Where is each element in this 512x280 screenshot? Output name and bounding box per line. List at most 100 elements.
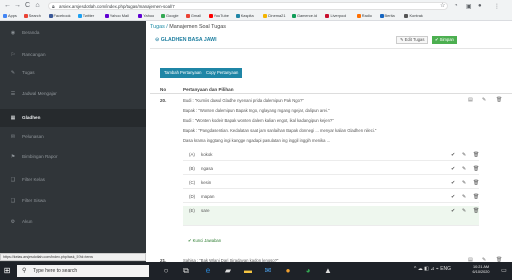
sidebar-item-label: Gladhen (22, 115, 41, 120)
edit-task-button[interactable]: ✎ Edit Tugas (396, 36, 429, 44)
delete-icon[interactable]: 🗑︎ (473, 152, 479, 158)
answer-option[interactable]: (C) kesin ✔ ✎ 🗑︎ (183, 178, 479, 189)
bookmark-favicon-icon (48, 13, 53, 18)
edit-icon[interactable]: ✎ (462, 208, 466, 214)
bookmark-item[interactable]: Google (161, 13, 179, 18)
chrome-icon[interactable]: ◕ (302, 265, 314, 277)
notification-icon[interactable]: ▭ (498, 265, 510, 277)
sidebar-item-pelunasan[interactable]: ✉ Pelunasan (0, 131, 146, 144)
home-icon[interactable]: ⌂ (33, 2, 42, 10)
answer-option[interactable]: (D) mapan ✔ ✎ 🗑︎ (183, 192, 479, 203)
sidebar-item-gladhen[interactable]: ▦ Gladhen (0, 109, 146, 127)
store-icon[interactable]: ▰ (222, 265, 234, 277)
bookmark-star-icon[interactable]: ☆ (440, 2, 445, 9)
edit-icon[interactable]: ✎ (462, 166, 466, 172)
sidebar-item-label: Filter Siswa (22, 198, 46, 203)
bookmark-label: Google (166, 13, 179, 18)
answer-letter: (C) (189, 180, 196, 185)
extension-icon[interactable]: ▣ (466, 3, 472, 10)
sidebar-item-jadwal-mengajar[interactable]: ☰ Jadwal Mengajar (0, 88, 146, 101)
lock-icon: 🔒︎ (52, 4, 55, 10)
bookmark-item[interactable]: Twitter (77, 13, 94, 18)
bookmark-item[interactable]: Yahoo Mail (104, 13, 129, 18)
bookmark-item[interactable]: Gamerce.id (291, 13, 317, 18)
delete-icon[interactable]: 🗑︎ (473, 208, 479, 214)
answer-option[interactable]: (E) sare ✔ ✎ 🗑︎ (183, 206, 479, 226)
bookmark-item[interactable]: Liverpool (325, 13, 346, 18)
bookmark-item[interactable]: Search (23, 13, 41, 18)
bookmark-favicon-icon (138, 13, 143, 18)
delete-icon[interactable]: 🗑︎ (496, 97, 502, 103)
sidebar-item-tugas[interactable]: ✎ Tugas (0, 67, 146, 80)
back-icon[interactable]: ← (3, 2, 12, 10)
mark-correct-icon[interactable]: ✔ (451, 194, 455, 200)
column-header-no: No (160, 87, 167, 92)
breadcrumb-link-tugas[interactable]: Tugas (150, 24, 165, 30)
delete-icon[interactable]: 🗑︎ (473, 166, 479, 172)
task-view-icon[interactable]: ⧉ (180, 265, 192, 277)
sidebar-item-filter-kelas[interactable]: ❑ Filter Kelas (0, 174, 146, 187)
forward-icon[interactable]: → (13, 2, 22, 10)
firefox-icon[interactable]: ● (282, 265, 294, 277)
file-explorer-icon[interactable]: ▬ (242, 265, 254, 277)
extension-icon[interactable]: ◔ (454, 3, 458, 9)
answer-letter: (D) (189, 194, 196, 199)
bookmark-item[interactable]: Facebook (48, 13, 71, 18)
add-question-button[interactable]: Tambah Pertanyaan (160, 68, 206, 78)
mark-correct-icon[interactable]: ✔ (451, 166, 455, 172)
sidebar-item-label: Akun (22, 219, 33, 224)
mail-icon[interactable]: ✉ (262, 265, 274, 277)
cortana-icon[interactable]: ○ (160, 265, 172, 277)
profile-icon[interactable]: ● (478, 3, 482, 9)
answer-option[interactable]: (B) ngasa ✔ ✎ 🗑︎ (183, 164, 479, 175)
edit-icon[interactable]: ✎ (462, 152, 466, 158)
bookmark-item[interactable]: Gmail (185, 13, 201, 18)
menu-icon[interactable]: ⋮ (494, 3, 500, 10)
correct-answer-label: ✔ Kunci Jawaban (188, 238, 222, 243)
search-placeholder[interactable]: Type here to search (33, 268, 77, 274)
mark-correct-icon[interactable]: ✔ (451, 152, 455, 158)
mark-correct-icon[interactable]: ✔ (451, 180, 455, 186)
edit-icon[interactable]: ✎ (482, 97, 486, 103)
reload-icon[interactable]: C (23, 2, 32, 10)
edge-icon[interactable]: e (202, 265, 214, 277)
bookmark-item[interactable]: Berita (379, 13, 395, 18)
sidebar-item-icon: ✎ (10, 70, 16, 76)
sidebar-item-filter-siswa[interactable]: ❑ Filter Siswa (0, 195, 146, 208)
address-bar[interactable]: 🔒︎ arsiex.arsjesdotlah.com/index.php/tug… (48, 2, 448, 10)
sidebar-item-rancangan[interactable]: ⚐ Rancangan (0, 49, 146, 62)
answer-letter: (B) (189, 166, 195, 171)
mark-correct-icon[interactable]: ✔ (451, 208, 455, 214)
clock[interactable]: 10:21 AM 6/10/2020 (466, 265, 496, 275)
sidebar-item-beranda[interactable]: ◉ Beranda (0, 27, 146, 40)
answer-option[interactable]: (A) kokok ✔ ✎ 🗑︎ (183, 150, 479, 161)
save-button[interactable]: ✔ Simpan (432, 36, 457, 44)
system-tray[interactable]: ^ ☁ ◧ ⊿ ⌁ ENG (414, 266, 451, 276)
taskbar-search[interactable]: ⚲ Type here to search (17, 265, 149, 277)
windows-start-icon[interactable]: ⊞ (2, 266, 12, 276)
bookmark-favicon-icon (404, 13, 409, 18)
bookmark-item[interactable]: Yahoo (138, 13, 154, 18)
bookmark-item[interactable]: Kaspita (235, 13, 254, 18)
breadcrumb: Tugas / Manajemen Soal Tugas (150, 24, 226, 30)
bookmark-item[interactable]: Apps (3, 13, 17, 18)
copy-question-button[interactable]: Copy Pertanyaan (202, 68, 243, 78)
edit-icon[interactable]: ✎ (462, 194, 466, 200)
sidebar-item-akun[interactable]: ⚙ Akun (0, 216, 146, 229)
bookmark-item[interactable]: Radio (356, 13, 372, 18)
bookmark-item[interactable]: YouTube (208, 13, 229, 18)
edit-icon[interactable]: ✎ (462, 180, 466, 186)
sidebar-item-bimbingan-rapor[interactable]: ⚑ Bimbingan Rapor (0, 151, 146, 164)
sidebar-item-icon: ▦ (10, 115, 16, 121)
bookmark-label: Cinema21 (267, 13, 286, 18)
question-number: 20. (160, 98, 167, 103)
bookmark-item[interactable]: Kontrak (404, 13, 423, 18)
delete-icon[interactable]: 🗑︎ (473, 194, 479, 200)
bookmark-favicon-icon (23, 13, 28, 18)
delete-icon[interactable]: 🗑︎ (473, 180, 479, 186)
app-icon[interactable]: ▲ (322, 265, 334, 277)
address-bar-url[interactable]: arsiex.arsjesdotlah.com/index.php/tugas/… (59, 4, 175, 10)
sidebar-item-icon: ✉ (10, 134, 16, 140)
bookmark-item[interactable]: Cinema21 (262, 13, 286, 18)
preview-icon[interactable]: ▤ (468, 97, 473, 103)
